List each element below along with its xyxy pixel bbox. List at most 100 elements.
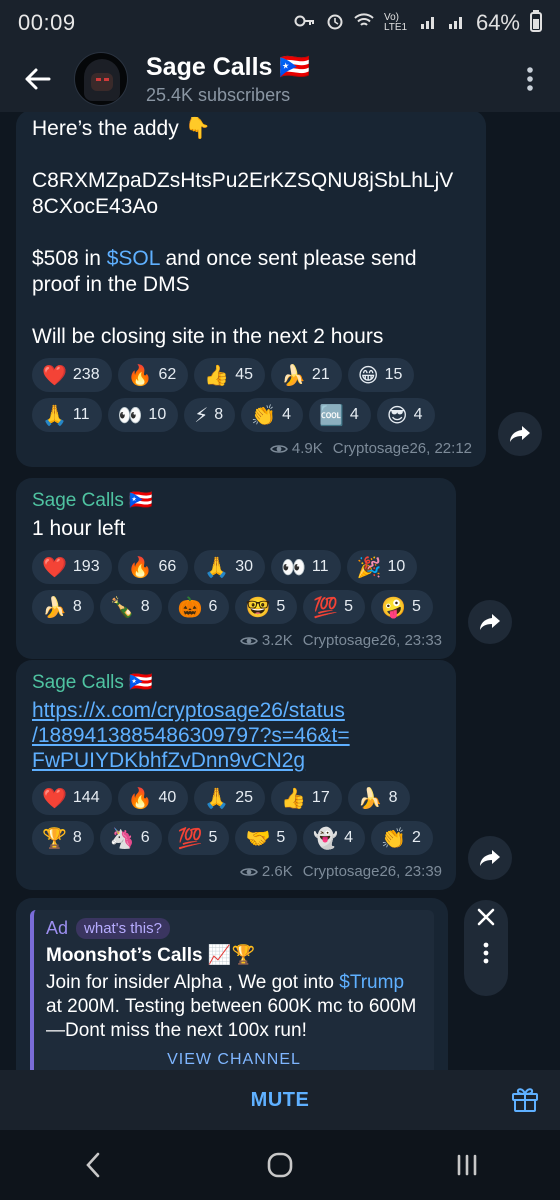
reaction-chip[interactable]: 😎 4: [376, 398, 435, 432]
home-circle-icon: [267, 1152, 293, 1178]
reaction-chip[interactable]: 🔥 40: [117, 781, 189, 815]
gift-button[interactable]: [510, 1084, 542, 1116]
bottom-action-bar: MUTE: [0, 1070, 560, 1130]
reactions-row: ❤️ 144 🔥 40 🙏 25 👍 17 🍌 8 🏆 8 🦄 6 💯 5 🤝 5 👻 4 👏 2: [32, 781, 442, 855]
reaction-chip[interactable]: 🏆 8: [32, 821, 94, 855]
ad-label: Ad: [46, 918, 69, 938]
reaction-chip[interactable]: 🎃 6: [167, 590, 230, 624]
cashtag-link[interactable]: $SOL: [107, 247, 160, 270]
ad-actions: [464, 900, 508, 996]
reaction-chip[interactable]: 🔥 66: [117, 550, 189, 584]
forward-arrow-icon: [510, 426, 530, 442]
ad-body: Join for insider Alpha , We got into $Tr…: [46, 972, 417, 1041]
ad-card[interactable]: Ad what's this? Moonshot’s Calls 📈🏆 Join…: [30, 910, 434, 1070]
reaction-chip[interactable]: 🙏 25: [194, 781, 266, 815]
battery-label: 64%: [475, 10, 520, 35]
reactions-row: ❤️ 193 🔥 66 🙏 30 👀 11 🎉 10 🍌 8 🍾 8 🎃 6 🤓 5 💯 5 🤪 5: [32, 550, 442, 624]
author-time: Cryptosage26, 23:33: [302, 632, 442, 649]
gift-icon: [512, 1088, 538, 1112]
signal-icon-2: [448, 13, 466, 34]
forward-arrow-icon: [480, 850, 500, 866]
message-text: 1 hour left: [32, 517, 126, 540]
status-bar: 00:09 Vo) LTE1 64%: [0, 0, 560, 46]
reaction-chip[interactable]: 👏 2: [371, 821, 433, 855]
nav-recents-button[interactable]: [437, 1135, 497, 1195]
close-icon[interactable]: [477, 908, 495, 926]
message-text: Here’s the addy 👇 C8RXMZpaDZsHtsPu2ErKZS…: [32, 117, 454, 348]
reaction-chip[interactable]: 👍 45: [194, 358, 266, 392]
view-count: 3.2K: [261, 632, 293, 649]
forward-arrow-icon: [480, 614, 500, 630]
back-button[interactable]: [0, 46, 74, 112]
reaction-chip[interactable]: 🤝 5: [235, 821, 298, 855]
author-time: Cryptosage26, 23:39: [302, 863, 442, 880]
sender-name[interactable]: Sage Calls 🇵🇷: [32, 488, 442, 512]
reaction-chip[interactable]: 🍌 21: [271, 358, 342, 392]
reaction-chip[interactable]: 🦄 6: [99, 821, 162, 855]
nav-back-button[interactable]: [63, 1135, 123, 1195]
view-count: 2.6K: [261, 863, 293, 880]
reactions-row: ❤️ 238 🔥 62 👍 45 🍌 21 😁 15 🙏 11 👀 10 ⚡ 8 👏 4 🆒 4 😎…: [32, 358, 472, 432]
message-meta: 4.9K Cryptosage26, 22:12: [32, 440, 472, 457]
reaction-chip[interactable]: 💯 5: [303, 590, 366, 624]
reaction-chip[interactable]: ❤️ 193: [32, 550, 112, 584]
reaction-chip[interactable]: 🙏 30: [194, 550, 266, 584]
reaction-chip[interactable]: 👻 4: [303, 821, 366, 855]
whats-this-button[interactable]: what's this?: [76, 918, 170, 939]
eye-icon: [239, 636, 258, 645]
cashtag-link[interactable]: $Trump: [339, 972, 404, 993]
mute-button[interactable]: MUTE: [251, 1089, 310, 1112]
arrow-left-icon: [25, 68, 51, 90]
channel-info[interactable]: Sage Calls 🇵🇷 25.4K subscribers: [146, 53, 500, 106]
reaction-chip[interactable]: 👀 11: [271, 550, 341, 584]
message-meta: 3.2K Cryptosage26, 23:33: [32, 632, 442, 649]
reaction-chip[interactable]: 🍌 8: [347, 781, 410, 815]
reaction-chip[interactable]: 🍾 8: [99, 590, 162, 624]
reaction-chip[interactable]: ⚡ 8: [184, 398, 236, 432]
network-label: Vo) LTE1: [383, 12, 408, 33]
reaction-chip[interactable]: ❤️ 144: [32, 781, 112, 815]
message-bubble: Here’s the addy 👇 C8RXMZpaDZsHtsPu2ErKZS…: [16, 112, 486, 467]
reaction-chip[interactable]: 👀 10: [107, 398, 179, 432]
alarm-icon: [326, 12, 344, 35]
view-channel-button[interactable]: VIEW CHANNEL: [46, 1051, 422, 1069]
key-icon: [294, 14, 316, 33]
system-nav-bar: [0, 1130, 560, 1200]
url-link[interactable]: https://x.com/cryptosage26/status /18894…: [32, 698, 442, 773]
eye-icon: [239, 867, 258, 876]
reaction-chip[interactable]: 🔥 62: [117, 358, 189, 392]
message-meta: 2.6K Cryptosage26, 23:39: [32, 863, 442, 880]
subscriber-count: 25.4K subscribers: [146, 84, 291, 105]
chevron-left-icon: [86, 1152, 100, 1178]
more-vertical-icon: [527, 67, 533, 91]
reaction-chip[interactable]: 💯 5: [167, 821, 230, 855]
reaction-chip[interactable]: 🤓 5: [235, 590, 298, 624]
reaction-chip[interactable]: 🆒 4: [308, 398, 371, 432]
recents-icon: [457, 1154, 476, 1176]
forward-button[interactable]: [468, 836, 512, 880]
battery-icon: [530, 9, 542, 37]
chat-header: Sage Calls 🇵🇷 25.4K subscribers: [0, 46, 560, 112]
nav-home-button[interactable]: [250, 1135, 310, 1195]
more-vertical-icon[interactable]: [483, 942, 489, 964]
reaction-chip[interactable]: 🍌 8: [32, 590, 94, 624]
more-menu-button[interactable]: [500, 46, 560, 112]
clock: 00:09: [18, 10, 76, 35]
reaction-chip[interactable]: 🎉 10: [346, 550, 418, 584]
reaction-chip[interactable]: 🙏 11: [32, 398, 102, 432]
wifi-icon: [354, 12, 374, 34]
forward-button[interactable]: [498, 412, 542, 456]
reaction-chip[interactable]: 🤪 5: [371, 590, 433, 624]
chat-area[interactable]: Here’s the addy 👇 C8RXMZpaDZsHtsPu2ErKZS…: [0, 112, 560, 1070]
message-bubble: Sage Calls 🇵🇷 1 hour left ❤️ 193 🔥 66 🙏 30 …: [16, 478, 456, 659]
reaction-chip[interactable]: 👍 17: [271, 781, 342, 815]
reaction-chip[interactable]: 😁 15: [347, 358, 415, 392]
status-icons: Vo) LTE1 64%: [294, 9, 542, 37]
forward-button[interactable]: [468, 600, 512, 644]
channel-title: Sage Calls 🇵🇷: [146, 52, 311, 81]
reaction-chip[interactable]: ❤️ 238: [32, 358, 112, 392]
sender-name[interactable]: Sage Calls 🇵🇷: [32, 670, 442, 694]
reaction-chip[interactable]: 👏 4: [241, 398, 303, 432]
message-bubble: Sage Calls 🇵🇷 https://x.com/cryptosage26…: [16, 660, 456, 890]
channel-avatar[interactable]: [74, 52, 128, 106]
